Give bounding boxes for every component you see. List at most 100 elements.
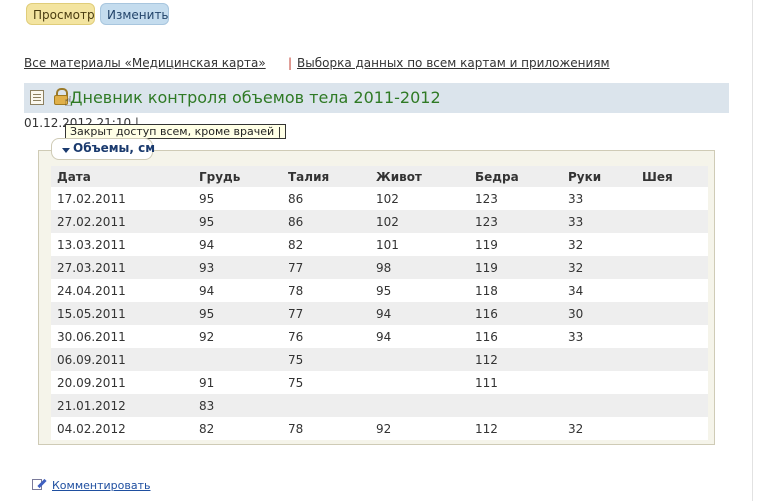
triangle-down-icon (62, 148, 70, 153)
table-cell: 111 (469, 371, 562, 394)
table-cell: 94 (193, 279, 282, 302)
table-cell: 24.04.2011 (51, 279, 193, 302)
table-cell: 95 (193, 302, 282, 325)
table-cell: 77 (282, 256, 370, 279)
table-cell: 98 (370, 256, 469, 279)
table-row: 06.09.2011 75 112 (51, 348, 708, 371)
table-cell (370, 394, 469, 417)
table-header-row: Дата Грудь Талия Живот Бедра Руки Шея (51, 166, 708, 187)
table-cell (469, 394, 562, 417)
table-cell: 118 (469, 279, 562, 302)
page-title: Дневник контроля объемов тела 2011-2012 (70, 88, 441, 107)
right-border-rule (752, 0, 753, 501)
col-header-waist: Талия (282, 166, 370, 187)
table-cell: 86 (282, 210, 370, 233)
table-cell: 75 (282, 348, 370, 371)
col-header-hips: Бедра (469, 166, 562, 187)
table-cell (282, 394, 370, 417)
table-cell: 33 (562, 325, 636, 348)
table-cell: 94 (370, 325, 469, 348)
table-cell: 78 (282, 417, 370, 440)
table-cell: 04.02.2012 (51, 417, 193, 440)
table-cell: 32 (562, 233, 636, 256)
table-cell: 32 (562, 256, 636, 279)
table-cell (636, 210, 708, 233)
table-cell: 94 (370, 302, 469, 325)
edit-button[interactable]: Изменить (100, 3, 169, 25)
table-cell: 123 (469, 187, 562, 210)
table-row: 24.04.2011 94 78 95 118 34 (51, 279, 708, 302)
table-cell: 102 (370, 210, 469, 233)
table-row: 27.02.2011 95 86 102 123 33 (51, 210, 708, 233)
table-cell: 82 (282, 233, 370, 256)
col-header-neck: Шея (636, 166, 708, 187)
table-cell: 17.02.2011 (51, 187, 193, 210)
table-cell (636, 394, 708, 417)
table-row: 13.03.2011 94 82 101 119 32 (51, 233, 708, 256)
col-header-arms: Руки (562, 166, 636, 187)
table-cell (636, 325, 708, 348)
table-cell: 112 (469, 348, 562, 371)
table-cell (193, 348, 282, 371)
table-cell: 93 (193, 256, 282, 279)
table-cell: 27.02.2011 (51, 210, 193, 233)
table-cell (636, 348, 708, 371)
all-materials-link[interactable]: Все материалы «Медицинская карта» (24, 56, 266, 70)
table-cell: 06.09.2011 (51, 348, 193, 371)
table-cell: 116 (469, 325, 562, 348)
table-cell: 34 (562, 279, 636, 302)
table-cell: 101 (370, 233, 469, 256)
table-cell: 30 (562, 302, 636, 325)
comment-link[interactable]: Комментировать (52, 479, 150, 492)
table-cell: 13.03.2011 (51, 233, 193, 256)
table-cell (636, 233, 708, 256)
table-cell (370, 348, 469, 371)
col-header-chest: Грудь (193, 166, 282, 187)
col-header-belly: Живот (370, 166, 469, 187)
data-selection-link[interactable]: Выборка данных по всем картам и приложен… (297, 56, 610, 70)
table-cell: 75 (282, 371, 370, 394)
table-cell: 30.06.2011 (51, 325, 193, 348)
volumes-toggle[interactable]: Объемы, см (51, 138, 156, 160)
document-icon (30, 90, 44, 105)
table-cell: 119 (469, 256, 562, 279)
table-cell: 33 (562, 187, 636, 210)
table-row: 30.06.2011 92 76 94 116 33 (51, 325, 708, 348)
table-cell (636, 256, 708, 279)
table-cell: 92 (370, 417, 469, 440)
table-cell: 33 (562, 210, 636, 233)
table-cell: 20.09.2011 (51, 371, 193, 394)
edit-pencil-icon (32, 477, 47, 491)
table-cell: 77 (282, 302, 370, 325)
table-cell: 112 (469, 417, 562, 440)
table-cell: 32 (562, 417, 636, 440)
table-cell: 27.03.2011 (51, 256, 193, 279)
table-cell: 95 (193, 210, 282, 233)
table-cell: 94 (193, 233, 282, 256)
table-cell: 86 (282, 187, 370, 210)
table-cell (636, 279, 708, 302)
table-cell: 82 (193, 417, 282, 440)
access-tooltip: Закрыт доступ всем, кроме врачей | (65, 124, 287, 139)
table-cell (370, 371, 469, 394)
table-cell (636, 371, 708, 394)
volumes-legend-label: Объемы, см (73, 141, 156, 155)
table-cell: 95 (193, 187, 282, 210)
table-row: 20.09.2011 91 75 111 (51, 371, 708, 394)
material-links: Все материалы «Медицинская карта» | Выбо… (24, 56, 724, 72)
view-button[interactable]: Просмотр (26, 3, 95, 25)
table-row: 17.02.2011 95 86 102 123 33 (51, 187, 708, 210)
table-cell (636, 302, 708, 325)
table-row: 04.02.2012 82 78 92 112 32 (51, 417, 708, 440)
table-cell: 91 (193, 371, 282, 394)
title-bar: ☝ Дневник контроля объемов тела 2011-201… (24, 83, 729, 113)
volumes-table: Дата Грудь Талия Живот Бедра Руки Шея 17… (51, 166, 708, 440)
table-cell (562, 371, 636, 394)
table-cell (636, 417, 708, 440)
table-cell: 78 (282, 279, 370, 302)
table-cell: 95 (370, 279, 469, 302)
table-row: 27.03.2011 93 77 98 119 32 (51, 256, 708, 279)
table-cell (636, 187, 708, 210)
table-row: 15.05.2011 95 77 94 116 30 (51, 302, 708, 325)
table-cell: 119 (469, 233, 562, 256)
